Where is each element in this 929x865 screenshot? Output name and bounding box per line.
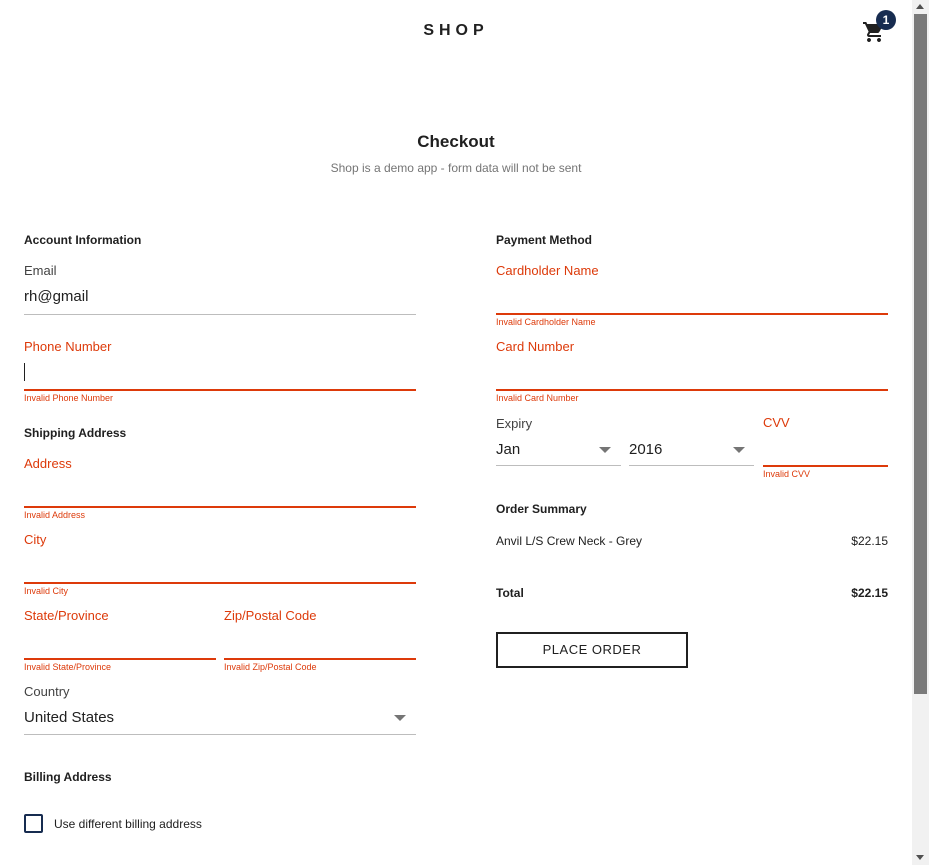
phone-label: Phone Number xyxy=(24,339,112,354)
summary-item-price: $22.15 xyxy=(851,534,888,548)
expiry-month-value: Jan xyxy=(496,441,521,458)
zip-underline xyxy=(224,658,416,660)
zip-error: Invalid Zip/Postal Code xyxy=(224,662,317,672)
state-label: State/Province xyxy=(24,608,109,623)
billing-address-heading: Billing Address xyxy=(24,770,112,784)
expiry-year-underline xyxy=(629,465,754,466)
address-label: Address xyxy=(24,456,72,471)
address-underline xyxy=(24,506,416,508)
summary-item-name: Anvil L/S Crew Neck - Grey xyxy=(496,534,643,548)
phone-underline xyxy=(24,389,416,391)
chevron-down-icon xyxy=(394,715,406,721)
page-scrollbar[interactable] xyxy=(912,0,929,865)
city-underline xyxy=(24,582,416,584)
email-label: Email xyxy=(24,263,57,278)
cardholder-label: Cardholder Name xyxy=(496,263,599,278)
cvv-label: CVV xyxy=(763,415,790,430)
total-label: Total xyxy=(496,586,524,600)
order-summary-heading: Order Summary xyxy=(496,502,587,516)
card-number-error: Invalid Card Number xyxy=(496,393,579,403)
country-select[interactable]: United States xyxy=(24,706,416,732)
payment-method-heading: Payment Method xyxy=(496,233,593,247)
cardholder-error: Invalid Cardholder Name xyxy=(496,317,596,327)
address-field[interactable] xyxy=(24,480,416,504)
expiry-month-select[interactable]: Jan xyxy=(496,438,621,464)
state-underline xyxy=(24,658,216,660)
phone-error: Invalid Phone Number xyxy=(24,393,114,403)
city-error: Invalid City xyxy=(24,586,69,596)
cardholder-field[interactable] xyxy=(496,287,888,311)
card-number-label: Card Number xyxy=(496,339,575,354)
scroll-down-icon[interactable] xyxy=(916,855,924,860)
chevron-down-icon xyxy=(733,447,745,453)
cart-count-badge: 1 xyxy=(876,10,896,30)
cvv-underline xyxy=(763,465,888,467)
city-field[interactable] xyxy=(24,556,416,580)
country-value: United States xyxy=(24,709,115,726)
cart-button[interactable]: 1 xyxy=(862,10,896,48)
expiry-month-underline xyxy=(496,465,621,466)
total-value: $22.15 xyxy=(851,586,888,600)
zip-field[interactable] xyxy=(224,632,416,656)
scrollbar-thumb[interactable] xyxy=(914,14,927,694)
city-label: City xyxy=(24,532,47,547)
chevron-down-icon xyxy=(599,447,611,453)
expiry-label: Expiry xyxy=(496,416,533,431)
shop-brand-title[interactable]: SHOP xyxy=(0,22,912,40)
card-number-underline xyxy=(496,389,888,391)
email-underline xyxy=(24,314,416,315)
address-error: Invalid Address xyxy=(24,510,86,520)
billing-checkbox-label[interactable]: Use different billing address xyxy=(54,817,202,831)
phone-field[interactable] xyxy=(24,363,25,381)
country-label: Country xyxy=(24,684,70,699)
shipping-address-heading: Shipping Address xyxy=(24,426,127,440)
country-underline xyxy=(24,734,416,735)
account-info-heading: Account Information xyxy=(24,233,142,247)
email-field[interactable]: rh@gmail xyxy=(24,288,88,305)
place-order-button[interactable]: PLACE ORDER xyxy=(496,632,688,668)
page-title: Checkout xyxy=(417,132,495,151)
zip-label: Zip/Postal Code xyxy=(224,608,317,623)
state-field[interactable] xyxy=(24,632,216,656)
state-error: Invalid State/Province xyxy=(24,662,112,672)
cardholder-underline xyxy=(496,313,888,315)
expiry-year-value: 2016 xyxy=(629,441,663,458)
scroll-up-icon[interactable] xyxy=(916,4,924,9)
cvv-error: Invalid CVV xyxy=(763,469,811,479)
page-subtitle: Shop is a demo app - form data will not … xyxy=(330,161,582,175)
expiry-year-select[interactable]: 2016 xyxy=(629,438,754,464)
cvv-field[interactable] xyxy=(763,439,888,463)
card-number-field[interactable] xyxy=(496,363,888,387)
billing-checkbox[interactable] xyxy=(24,814,43,833)
